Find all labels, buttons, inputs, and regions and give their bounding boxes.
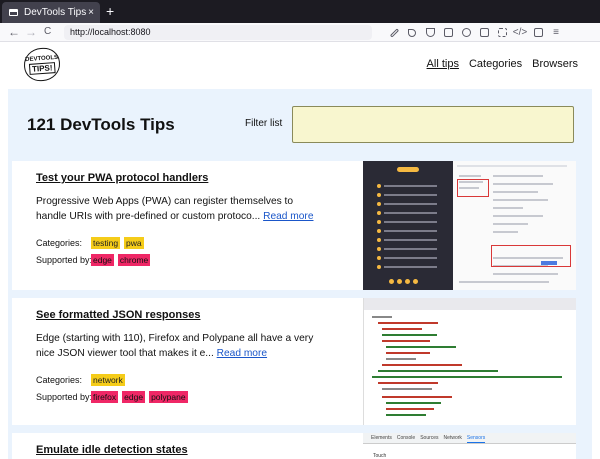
forward-button[interactable]: → xyxy=(25,24,37,40)
filter-input[interactable] xyxy=(292,106,574,143)
read-more-link[interactable]: Read more xyxy=(263,211,313,222)
pen-tool-icon[interactable] xyxy=(403,26,421,39)
tip-screenshot[interactable] xyxy=(363,298,576,425)
main-content: 121 DevTools Tips Filter list Test your … xyxy=(8,89,592,459)
shield-icon[interactable] xyxy=(421,26,439,39)
supported-label: Supported by: xyxy=(36,392,93,402)
screenshot-app-panel xyxy=(363,161,453,290)
tip-screenshot[interactable]: Elements Console Sources Network Sensors… xyxy=(363,433,576,459)
tip-description: Progressive Web Apps (PWA) can register … xyxy=(36,196,314,222)
browser-tag[interactable]: edge xyxy=(122,391,146,403)
filter-label: Filter list xyxy=(245,118,283,129)
tip-card: See formatted JSON responses Edge (start… xyxy=(12,298,576,425)
tip-card: Test your PWA protocol handlers Progress… xyxy=(12,161,576,290)
crop-icon[interactable] xyxy=(493,26,511,39)
browser-tag[interactable]: edge xyxy=(91,254,114,266)
extension-icon[interactable] xyxy=(439,26,457,39)
tip-categories: Categories: testing pwa xyxy=(36,237,148,249)
tip-browsers: Supported by: firefox edge polypane xyxy=(36,391,192,403)
url-bar[interactable]: http://localhost:8080 xyxy=(64,25,372,40)
browser-tab[interactable]: DevTools Tips × xyxy=(2,2,100,23)
categories-label: Categories: xyxy=(36,375,83,385)
code-icon[interactable]: </> xyxy=(511,26,529,39)
tip-categories: Categories: network xyxy=(36,374,129,386)
grid-icon[interactable] xyxy=(475,26,493,39)
read-more-link[interactable]: Read more xyxy=(217,348,267,359)
browser-tag[interactable]: firefox xyxy=(91,391,119,403)
nav-categories[interactable]: Categories xyxy=(469,58,522,70)
tab-title: DevTools Tips xyxy=(24,7,87,18)
logo-text-bottom: TIPS! xyxy=(28,61,56,75)
page-title: 121 DevTools Tips xyxy=(27,115,175,134)
tip-title[interactable]: Emulate idle detection states xyxy=(36,444,188,456)
screenshot-devtools-tabs: Elements Console Sources Network Sensors xyxy=(363,433,576,444)
nav-browsers[interactable]: Browsers xyxy=(532,58,578,70)
tip-card: Emulate idle detection states Elements C… xyxy=(12,433,576,459)
tab-close-button[interactable]: × xyxy=(88,7,94,18)
menu-icon[interactable]: ≡ xyxy=(547,26,565,39)
site-nav: All tips Categories Browsers xyxy=(427,58,578,70)
tip-description: Edge (starting with 110), Firefox and Po… xyxy=(36,333,314,359)
browser-tag[interactable]: polypane xyxy=(149,391,188,403)
toolbar-icons: </> ≡ xyxy=(385,26,565,39)
supported-label: Supported by: xyxy=(36,255,93,265)
categories-label: Categories: xyxy=(36,238,83,248)
reload-button[interactable]: C xyxy=(44,24,51,40)
category-tag[interactable]: pwa xyxy=(124,237,144,249)
browser-navbar: ← → C http://localhost:8080 </> ≡ xyxy=(0,23,600,42)
tip-browsers: Supported by: edge chrome xyxy=(36,254,154,266)
back-button[interactable]: ← xyxy=(8,24,20,40)
site-header: DEVTOOLS TIPS! All tips Categories Brows… xyxy=(0,42,600,89)
category-tag[interactable]: network xyxy=(91,374,125,386)
camera-icon[interactable] xyxy=(457,26,475,39)
nav-all-tips[interactable]: All tips xyxy=(427,58,459,70)
screenshot-sensors-panel: Elements Console Sources Network Sensors… xyxy=(363,433,576,459)
pencil-icon[interactable] xyxy=(385,26,403,39)
browser-tag[interactable]: chrome xyxy=(117,254,151,266)
window-icon xyxy=(9,9,18,16)
browser-tab-bar: DevTools Tips × + xyxy=(0,0,600,23)
screenshot-devtools-panel xyxy=(453,161,576,290)
sidebar-icon[interactable] xyxy=(529,26,547,39)
category-tag[interactable]: testing xyxy=(91,237,121,249)
screenshot-json-viewer xyxy=(363,298,576,425)
tip-title[interactable]: Test your PWA protocol handlers xyxy=(36,172,208,184)
new-tab-button[interactable]: + xyxy=(106,3,114,19)
tip-screenshot[interactable] xyxy=(363,161,576,290)
tip-title[interactable]: See formatted JSON responses xyxy=(36,309,200,321)
site-logo[interactable]: DEVTOOLS TIPS! xyxy=(22,46,62,83)
